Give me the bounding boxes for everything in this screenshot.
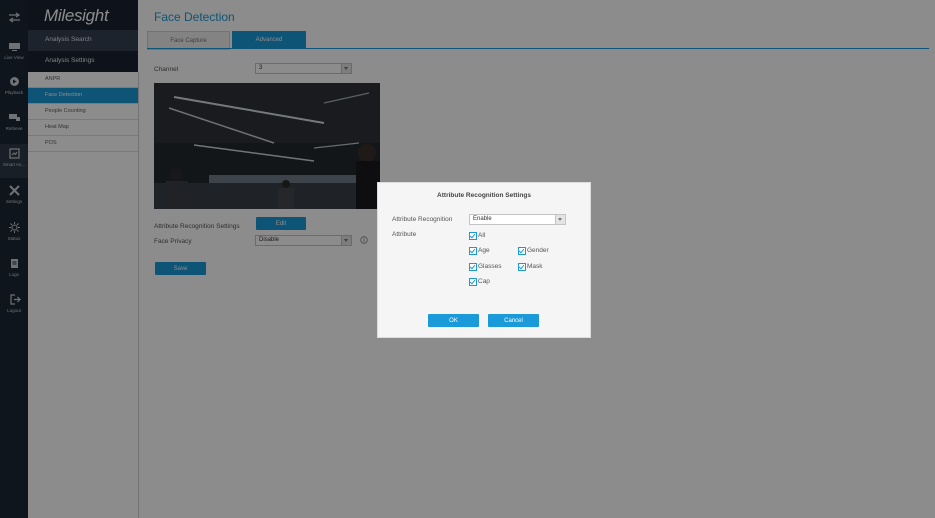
recognition-select[interactable]: Enable: [469, 214, 566, 225]
dialog-title: Attribute Recognition Settings: [437, 192, 531, 199]
cancel-button[interactable]: Cancel: [488, 314, 539, 327]
chevron-down-icon: [555, 215, 565, 224]
checkbox-gender[interactable]: [518, 247, 526, 255]
checkbox-gender-label: Gender: [527, 247, 549, 254]
checkbox-cap[interactable]: [469, 278, 477, 286]
checkbox-age[interactable]: [469, 247, 477, 255]
checkbox-mask-label: Mask: [527, 263, 543, 270]
recognition-label: Attribute Recognition: [392, 216, 453, 223]
attribute-recognition-dialog: Attribute Recognition Settings Attribute…: [377, 182, 591, 338]
checkbox-glasses-label: Glasses: [478, 263, 502, 270]
ok-button[interactable]: OK: [428, 314, 479, 327]
checkbox-all-label: All: [478, 232, 486, 239]
attribute-label: Attribute: [392, 231, 417, 238]
checkbox-cap-label: Cap: [478, 278, 490, 285]
checkbox-age-label: Age: [478, 247, 490, 254]
checkbox-mask[interactable]: [518, 263, 526, 271]
recognition-select-value: Enable: [473, 216, 492, 222]
checkbox-glasses[interactable]: [469, 263, 477, 271]
checkbox-all[interactable]: [469, 232, 477, 240]
